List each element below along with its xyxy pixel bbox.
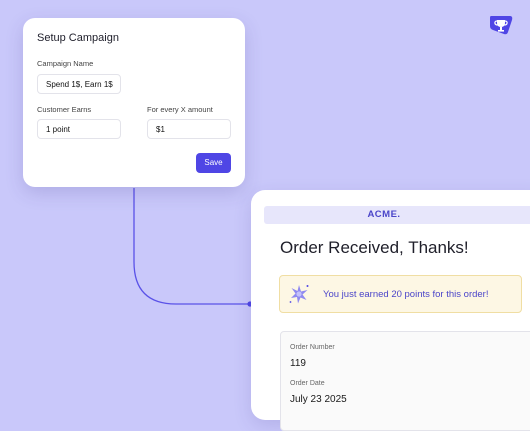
order-details-panel: Order Number 119 Order Date July 23 2025: [280, 331, 530, 431]
campaign-name-label: Campaign Name: [37, 59, 94, 68]
app-logo-icon[interactable]: [488, 12, 514, 38]
customer-earns-input[interactable]: 1 point: [37, 119, 121, 139]
order-date-label: Order Date: [290, 380, 325, 387]
points-earned-text: You just earned 20 points for this order…: [323, 289, 489, 300]
brand-header: ACME.: [264, 206, 530, 224]
setup-campaign-card: Setup Campaign Campaign Name Spend 1$, E…: [23, 18, 245, 187]
order-receipt-card: ACME. Order Received, Thanks! You just e…: [251, 190, 530, 431]
every-amount-label: For every X amount: [147, 105, 213, 114]
order-number-label: Order Number: [290, 344, 335, 351]
brand-name: ACME.: [367, 209, 401, 220]
setup-campaign-title: Setup Campaign: [37, 32, 119, 44]
order-number-value: 119: [290, 358, 306, 369]
save-button[interactable]: Save: [196, 153, 231, 173]
points-earned-notice: You just earned 20 points for this order…: [279, 275, 522, 313]
order-heading: Order Received, Thanks!: [280, 238, 469, 257]
campaign-name-input[interactable]: Spend 1$, Earn 1$: [37, 74, 121, 94]
every-amount-input[interactable]: $1: [147, 119, 231, 139]
sparkle-icon: [289, 285, 309, 304]
customer-earns-label: Customer Earns: [37, 105, 92, 114]
